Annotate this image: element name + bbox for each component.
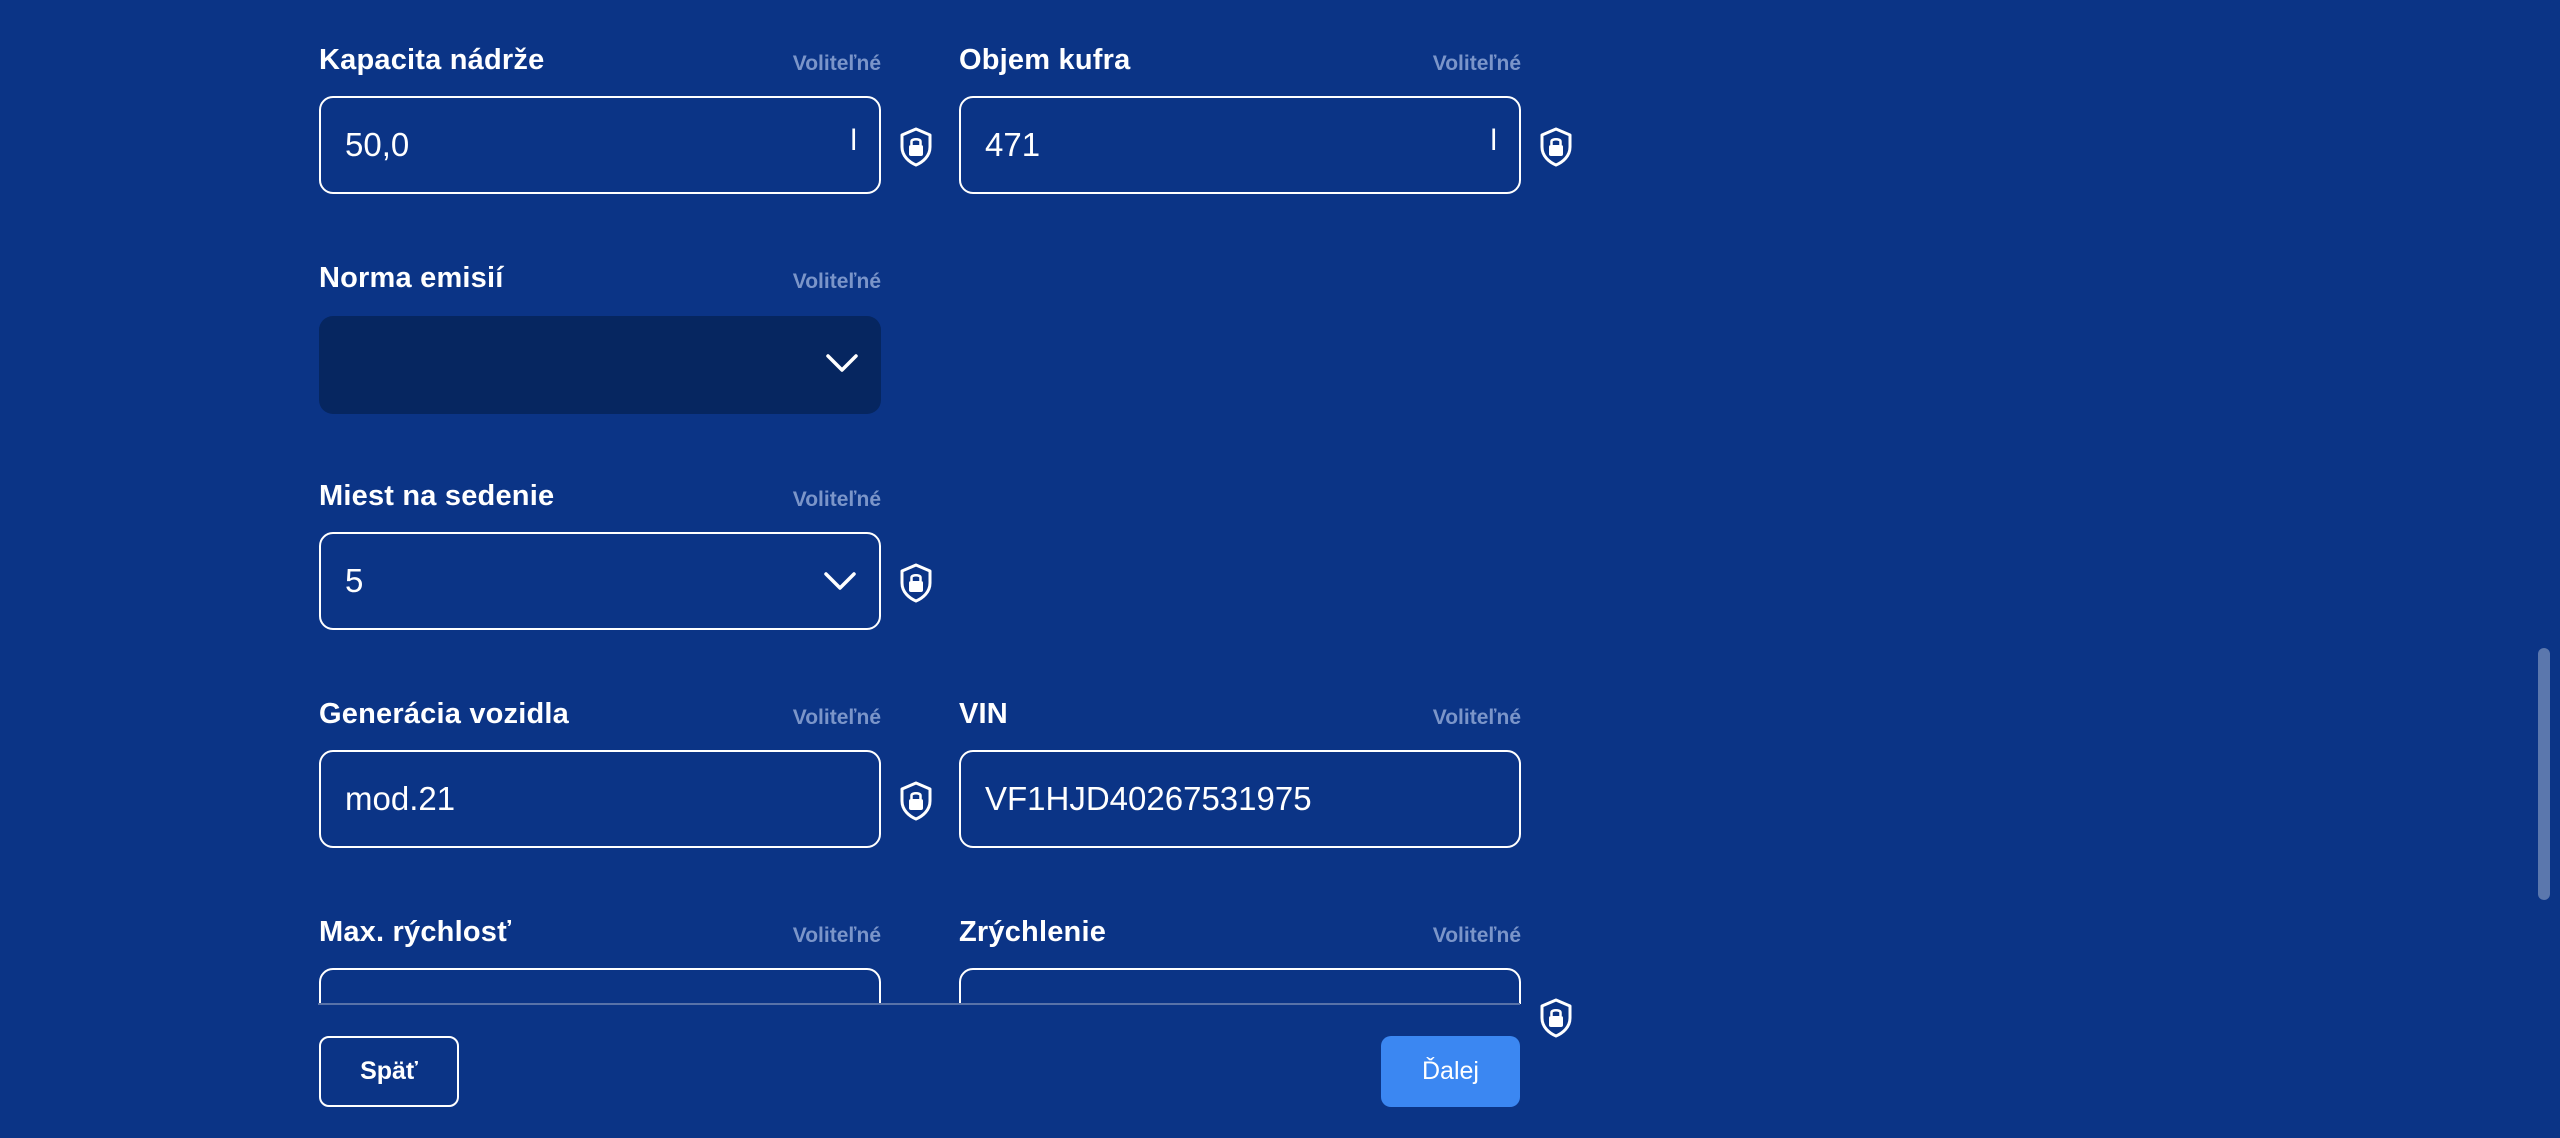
- input-value: 50,0: [345, 126, 410, 163]
- shield-lock-icon[interactable]: [899, 781, 933, 821]
- unit-label: l: [850, 124, 857, 157]
- acceleration-input[interactable]: [959, 968, 1521, 1004]
- optional-label: Voliteľné: [792, 924, 881, 947]
- footer-divider: [318, 1003, 1520, 1005]
- shield-lock-icon[interactable]: [1539, 127, 1573, 167]
- field-trunk-volume: Objem kufra Voliteľné 471 l: [959, 40, 1521, 194]
- field-emission-standard: Norma emisií Voliteľné: [319, 258, 881, 414]
- optional-label: Voliteľné: [792, 52, 881, 75]
- chevron-down-icon: [824, 572, 856, 590]
- field-label: Generácia vozidla: [319, 698, 570, 730]
- field-seats: Miest na sedenie Voliteľné 5: [319, 476, 881, 630]
- field-label: VIN: [959, 698, 1008, 730]
- input-value: mod.21: [345, 780, 456, 817]
- tank-capacity-input[interactable]: 50,0 l: [319, 96, 881, 194]
- back-button[interactable]: Späť: [319, 1036, 459, 1107]
- seats-select[interactable]: 5: [319, 532, 881, 630]
- emission-standard-select[interactable]: [319, 316, 881, 414]
- form-scroll-area: Kapacita nádrže Voliteľné 50,0 l Objem k…: [0, 0, 2560, 1004]
- optional-label: Voliteľné: [1432, 706, 1521, 729]
- unit-label: l: [1490, 124, 1497, 157]
- scrollbar[interactable]: [2534, 0, 2560, 1138]
- chevron-down-icon: [826, 354, 858, 372]
- field-max-speed: Max. rýchlosť Voliteľné: [319, 912, 881, 1004]
- shield-lock-icon[interactable]: [899, 127, 933, 167]
- optional-label: Voliteľné: [1432, 924, 1521, 947]
- field-label: Objem kufra: [959, 44, 1131, 76]
- trunk-volume-input[interactable]: 471 l: [959, 96, 1521, 194]
- vin-input[interactable]: VF1HJD40267531975: [959, 750, 1521, 848]
- vehicle-generation-input[interactable]: mod.21: [319, 750, 881, 848]
- vehicle-form-page: Kapacita nádrže Voliteľné 50,0 l Objem k…: [0, 0, 2560, 1138]
- shield-lock-icon[interactable]: [1539, 998, 1573, 1038]
- field-acceleration: Zrýchlenie Voliteľné: [959, 912, 1521, 1004]
- field-label: Zrýchlenie: [959, 916, 1107, 948]
- select-value: 5: [345, 562, 364, 599]
- next-button[interactable]: Ďalej: [1381, 1036, 1520, 1107]
- shield-lock-icon[interactable]: [899, 563, 933, 603]
- field-vehicle-generation: Generácia vozidla Voliteľné mod.21: [319, 694, 881, 848]
- field-tank-capacity: Kapacita nádrže Voliteľné 50,0 l: [319, 40, 881, 194]
- field-label: Kapacita nádrže: [319, 44, 545, 76]
- optional-label: Voliteľné: [792, 270, 881, 293]
- max-speed-input[interactable]: [319, 968, 881, 1004]
- scrollbar-thumb[interactable]: [2538, 648, 2550, 900]
- input-value: 471: [985, 126, 1041, 163]
- optional-label: Voliteľné: [792, 488, 881, 511]
- field-label: Norma emisií: [319, 262, 504, 294]
- input-value: VF1HJD40267531975: [985, 780, 1312, 817]
- optional-label: Voliteľné: [792, 706, 881, 729]
- field-vin: VIN Voliteľné VF1HJD40267531975: [959, 694, 1521, 848]
- optional-label: Voliteľné: [1432, 52, 1521, 75]
- field-label: Miest na sedenie: [319, 480, 555, 512]
- field-label: Max. rýchlosť: [319, 916, 512, 948]
